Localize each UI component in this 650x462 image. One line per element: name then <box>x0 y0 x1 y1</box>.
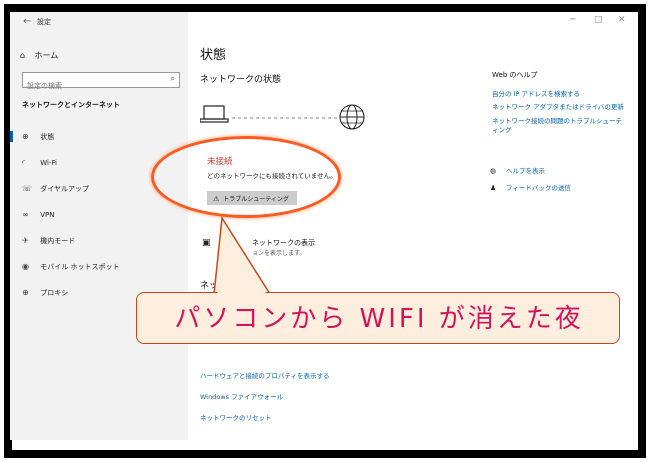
title-callout: パソコンから WIFI が消えた夜 <box>136 292 620 344</box>
sidebar-item-status[interactable]: ⊕ 状態 <box>9 131 55 142</box>
title-bar: ← 設定 ─ □ ✕ <box>10 12 634 34</box>
nav-home[interactable]: ⌂ ホーム <box>20 50 58 61</box>
sidebar-item-airplane[interactable]: ✈ 機内モード <box>22 236 75 246</box>
sidebar-item-label: 機内モード <box>40 237 76 245</box>
sidebar-item-label: ダイヤルアップ <box>40 185 90 193</box>
dialup-icon: ☏ <box>22 184 33 193</box>
nav-home-label: ホーム <box>34 51 59 60</box>
sidebar-item-wifi[interactable]: ◜ Wi-Fi <box>22 158 57 167</box>
sidebar-item-label: モバイル ホットスポット <box>40 263 120 271</box>
settings-search-box[interactable]: ⌕ <box>22 72 180 92</box>
vpn-icon: ∞ <box>22 210 29 219</box>
show-networks-subtext: ョンを表示します。 <box>252 250 306 257</box>
back-button[interactable]: ← <box>23 16 31 27</box>
status-icon: ⊕ <box>22 132 29 141</box>
sidebar-item-label: Wi-Fi <box>40 159 57 167</box>
hotspot-icon: ◉ <box>22 262 29 271</box>
show-networks-link[interactable]: ネットワークの表示 <box>252 238 315 248</box>
highlight-ellipse <box>151 136 341 218</box>
network-diagram <box>200 104 365 130</box>
sidebar-item-label: VPN <box>40 211 55 219</box>
globe-icon: ⊕ <box>22 288 29 297</box>
network-reset-link[interactable]: ネットワークのリセット <box>200 412 272 422</box>
laptop-icon <box>200 105 229 123</box>
sidebar-item-hotspot[interactable]: ◉ モバイル ホットスポット <box>22 262 119 272</box>
internet-globe-icon <box>339 104 365 130</box>
sidebar-section-title: ネットワークとインターネット <box>22 101 120 109</box>
callout-text: パソコンから WIFI が消えた夜 <box>174 304 584 334</box>
sidebar-item-dialup[interactable]: ☏ ダイヤルアップ <box>22 184 89 194</box>
close-button[interactable]: ✕ <box>618 15 626 25</box>
help-link-adapter[interactable]: ネットワーク アダプタまたはドライバの更新 <box>492 103 627 112</box>
sidebar-item-label: プロキシ <box>40 289 69 297</box>
wifi-icon: ◜ <box>22 158 26 167</box>
minimize-button[interactable]: ─ <box>570 15 575 25</box>
get-help-link[interactable]: ◍ ヘルプを表示 <box>490 165 545 175</box>
maximize-button[interactable]: □ <box>594 15 603 25</box>
window-title: 設定 <box>37 18 51 26</box>
feedback-icon: ♟ <box>490 184 497 192</box>
network-list-icon: ▣ <box>202 238 211 248</box>
help-link-troubleshoot[interactable]: ネットワーク接続の問題のトラブルシューティング <box>492 117 627 135</box>
get-help-label: ヘルプを表示 <box>506 167 545 175</box>
airplane-icon: ✈ <box>22 236 29 245</box>
sidebar-item-label: 状態 <box>40 133 55 141</box>
search-input[interactable] <box>23 80 157 92</box>
web-help-title: Web のヘルプ <box>492 71 538 79</box>
sidebar-item-proxy[interactable]: ⊕ プロキシ <box>22 288 68 298</box>
network-settings-heading: ネッ <box>200 281 219 291</box>
settings-window: ← 設定 ─ □ ✕ ⌂ ホーム ⌕ ネットワークとインターネット ⊕ 状態 ◜… <box>9 12 634 440</box>
firewall-link[interactable]: Windows ファイアウォール <box>200 391 283 401</box>
page-title: 状態 <box>200 48 227 63</box>
hardware-properties-link[interactable]: ハードウェアと接続のプロパティを表示する <box>200 370 329 380</box>
search-icon: ⌕ <box>170 74 175 83</box>
help-link-ip[interactable]: 自分の IP アドレスを検索する <box>492 90 627 99</box>
sidebar-item-vpn[interactable]: ∞ VPN <box>22 210 54 219</box>
chat-help-icon: ◍ <box>490 167 497 175</box>
home-icon: ⌂ <box>20 51 26 60</box>
feedback-label: フィードバックの送信 <box>506 184 571 192</box>
feedback-link[interactable]: ♟ フィードバックの送信 <box>490 182 571 192</box>
network-status-heading: ネットワークの状態 <box>200 75 282 85</box>
